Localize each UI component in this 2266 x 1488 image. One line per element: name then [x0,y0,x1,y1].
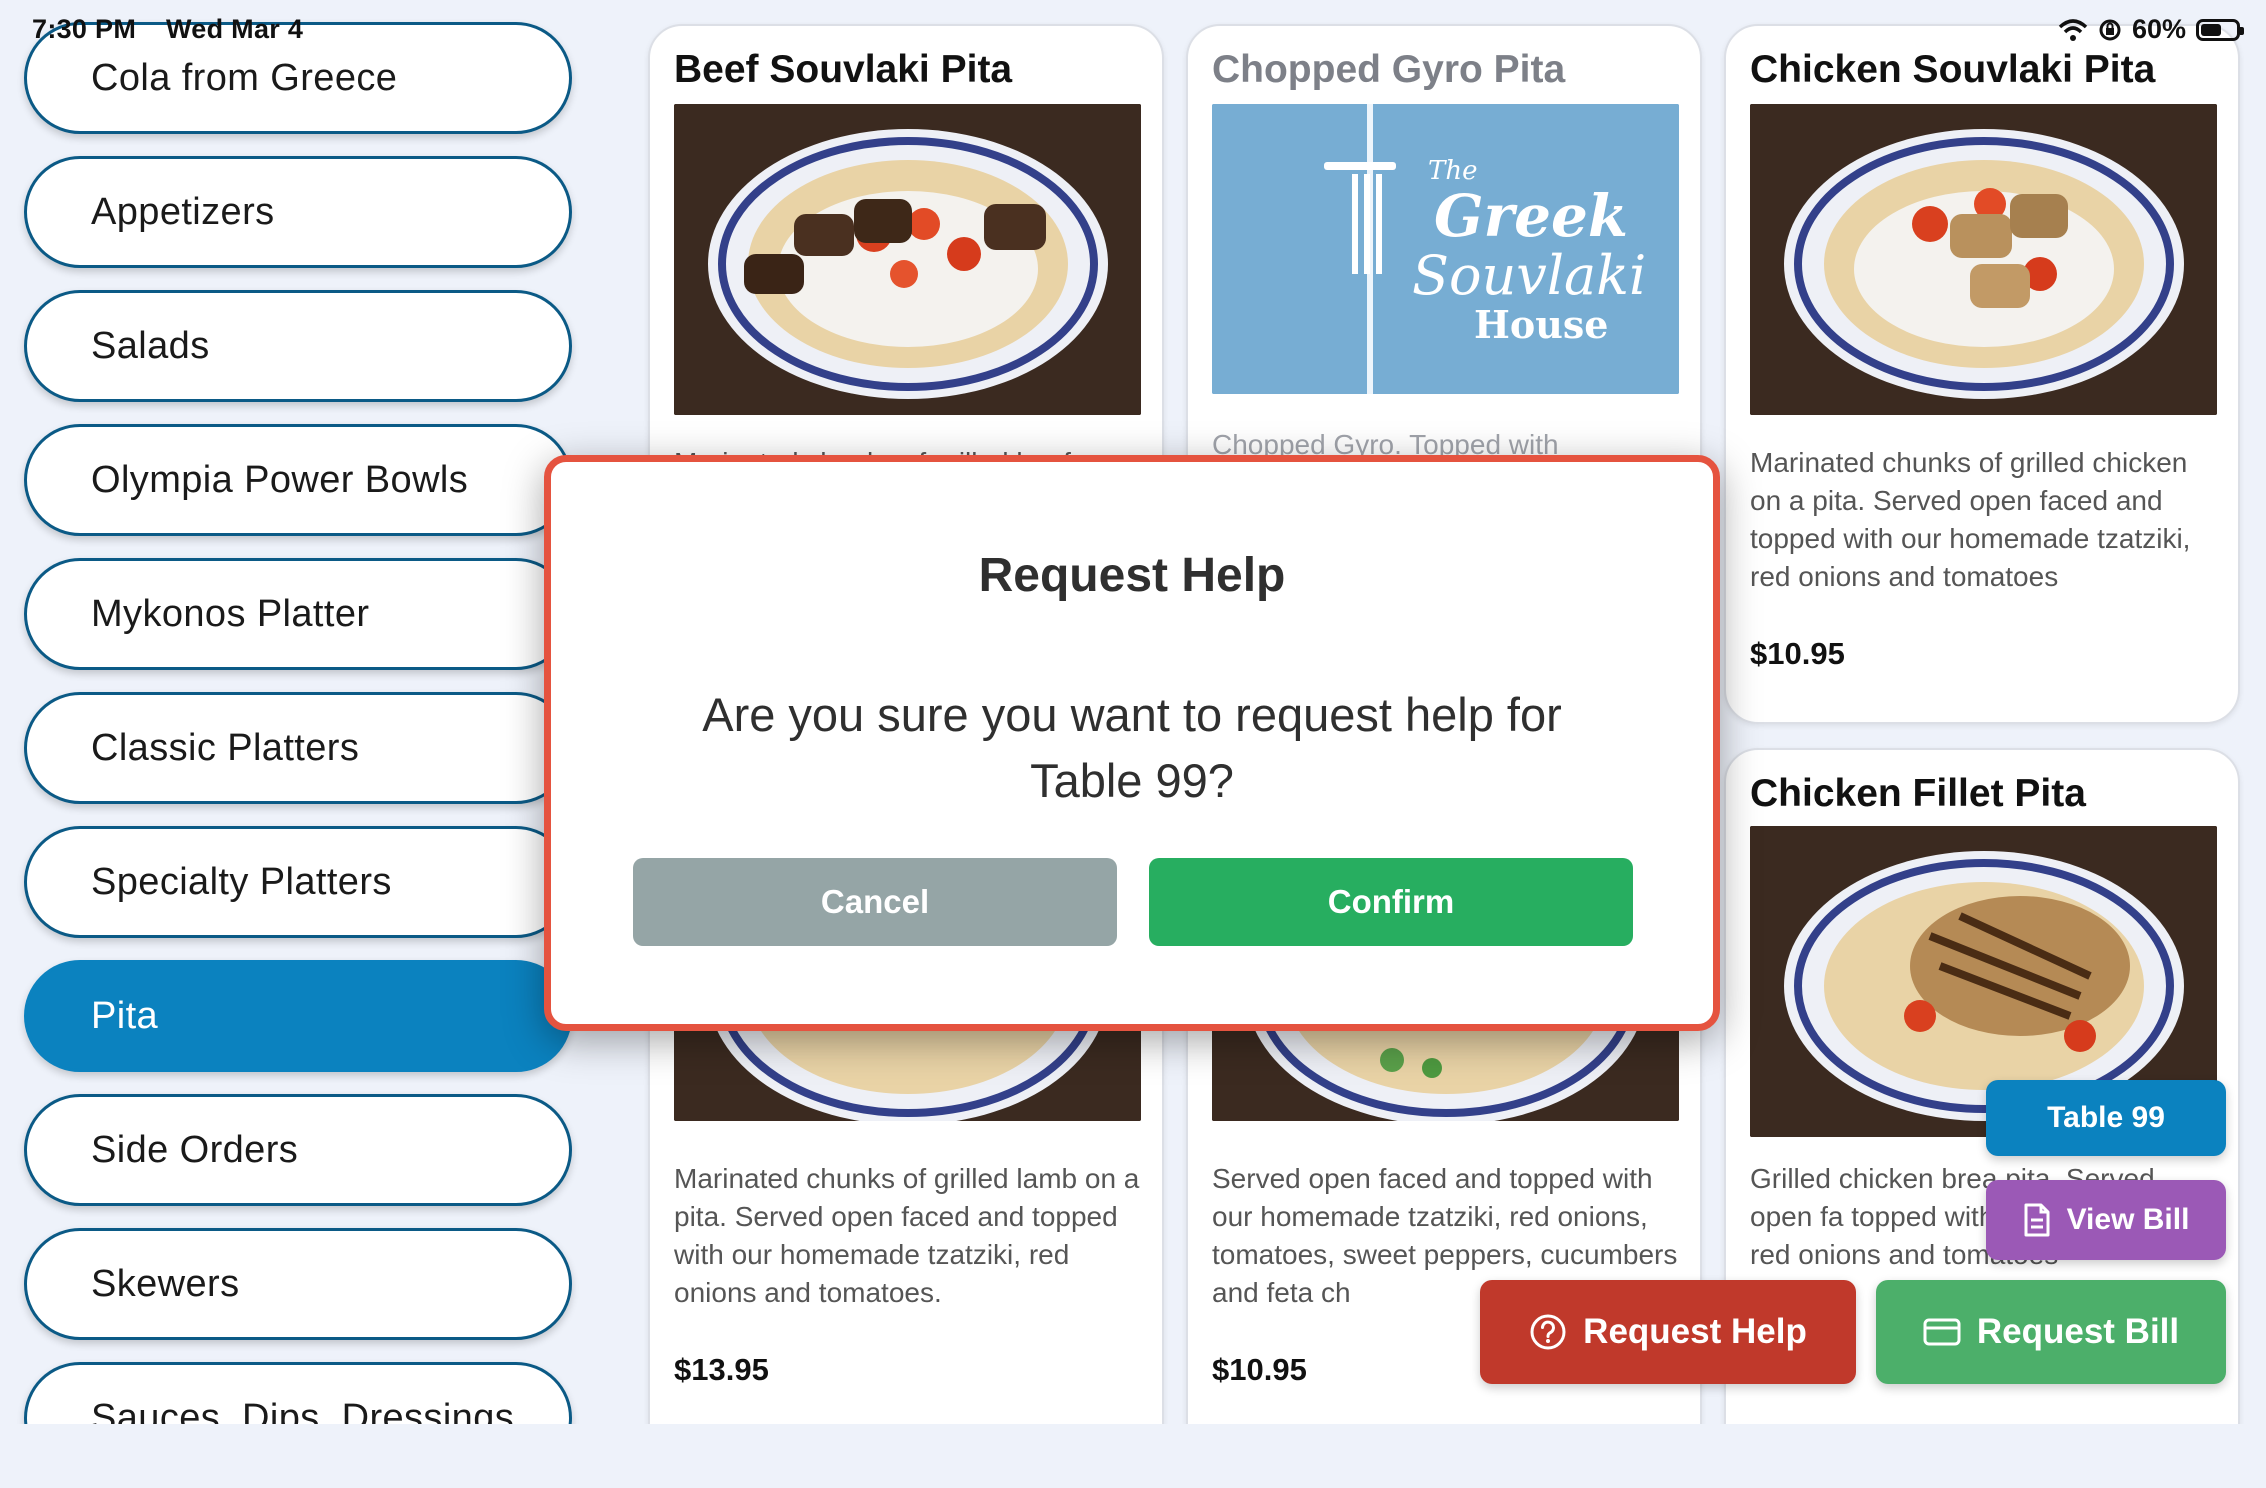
product-title: Chicken Souvlaki Pita [1750,48,2156,91]
request-help-label: Request Help [1583,1312,1807,1351]
request-help-dialog: Request Help Are you sure you want to re… [544,455,1720,1031]
category-label: Skewers [91,1262,240,1305]
category-mykonos-platter[interactable]: Mykonos Platter [24,558,572,670]
battery-icon [2196,18,2244,41]
product-photo [674,104,1141,415]
dialog-title: Request Help [978,549,1286,602]
product-description: Marinated chunks of grilled chicken on a… [1750,447,2191,592]
category-specialty-platters[interactable]: Specialty Platters [24,826,572,938]
category-salads[interactable]: Salads [24,290,572,402]
status-bar-right: 60% [2058,14,2244,45]
category-olympia-power-bowls[interactable]: Olympia Power Bowls [24,424,572,536]
orientation-lock-icon [2099,19,2121,40]
request-bill-button[interactable]: Request Bill [1876,1280,2226,1384]
table-number-button[interactable]: Table 99 [1986,1080,2226,1156]
category-sauces-dips-dressings[interactable]: Sauces, Dips, Dressings [24,1362,572,1424]
category-label: Cola from Greece [91,56,398,99]
status-bar-left: 7:30 PM Wed Mar 4 [32,14,325,45]
cancel-button[interactable]: Cancel [633,858,1117,946]
table-label: Table 99 [2047,1101,2165,1134]
category-pita[interactable]: Pita [24,960,572,1072]
category-appetizers[interactable]: Appetizers [24,156,572,268]
logo-text-house: House [1474,302,1609,347]
category-label: Mykonos Platter [91,592,370,635]
product-price: $13.95 [674,1352,769,1387]
logo-text-souvlaki: Souvlaki [1412,244,1647,307]
dialog-message: Are you sure you want to request help fo… [702,688,1562,807]
confirm-button[interactable]: Confirm [1149,858,1633,946]
category-skewers[interactable]: Skewers [24,1228,572,1340]
logo-text-greek: Greek [1434,182,1629,250]
product-title: Chopped Gyro Pita [1212,48,1566,91]
category-label: Sauces, Dips, Dressings [91,1396,515,1425]
status-date: Wed Mar 4 [165,14,304,44]
document-icon [2024,1203,2050,1237]
request-bill-label: Request Bill [1976,1312,2180,1351]
product-title: Chicken Fillet Pita [1750,772,2086,815]
category-label: Appetizers [91,190,275,233]
product-price: $10.95 [1750,636,1845,671]
restaurant-logo-image: The Greek Souvlaki House [1212,104,1679,394]
product-price: $10.95 [1212,1352,1307,1387]
request-help-button[interactable]: Request Help [1480,1280,1856,1384]
wifi-icon [2058,18,2088,41]
question-circle-icon [1530,1314,1566,1350]
product-description: Marinated chunks of grilled lamb on a pi… [674,1163,1140,1308]
category-classic-platters[interactable]: Classic Platters [24,692,572,804]
category-label: Specialty Platters [91,860,392,903]
category-label: Side Orders [91,1128,299,1171]
product-photo [1750,104,2217,415]
category-side-orders[interactable]: Side Orders [24,1094,572,1206]
bottom-band [0,1424,2266,1488]
view-bill-label: View Bill [2066,1203,2190,1236]
credit-card-icon [1923,1318,1961,1346]
category-label: Classic Platters [91,726,360,769]
category-label: Salads [91,324,210,367]
category-label: Pita [91,994,159,1037]
category-sidebar: Cola from Greece Appetizers Salads Olymp… [0,0,600,1424]
status-time: 7:30 PM [32,14,137,44]
view-bill-button[interactable]: View Bill [1986,1180,2226,1260]
product-card-chicken-souvlaki-pita[interactable]: Chicken Souvlaki Pita Marinated chunks o… [1724,24,2240,724]
product-title: Beef Souvlaki Pita [674,48,1013,91]
battery-percent: 60% [2131,14,2186,44]
category-label: Olympia Power Bowls [91,458,469,501]
